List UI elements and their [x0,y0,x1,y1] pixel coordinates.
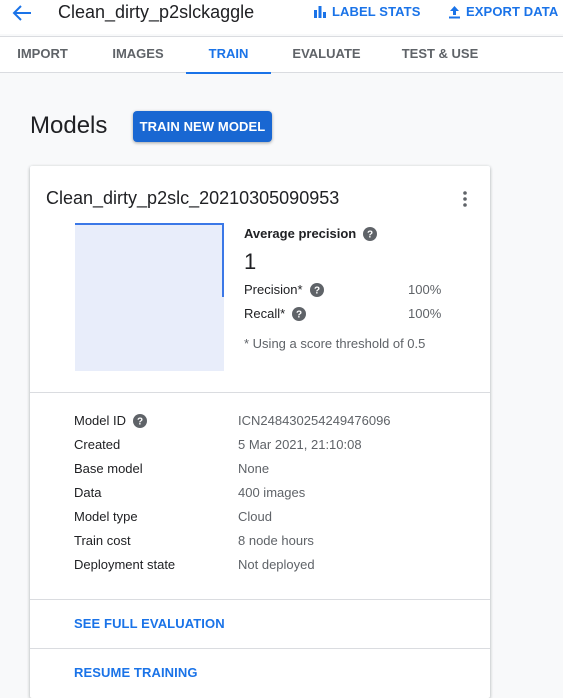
model-name: Clean_dirty_p2slc_20210305090953 [46,188,340,208]
model-card: Clean_dirty_p2slc_20210305090953 Average… [30,166,490,698]
upload-icon [449,5,460,18]
train-new-model-button[interactable]: TRAIN NEW MODEL [133,111,272,142]
average-precision-value: 1 [244,249,257,274]
app-header: Clean_dirty_p2slckaggle LABEL STATS EXPO… [0,0,563,34]
recall-label: Recall* ? [244,306,307,321]
more-vert-icon[interactable] [458,190,472,208]
bar-chart-icon [314,6,326,18]
created-label: Created [74,437,121,452]
tab-bar: IMPORT IMAGES TRAIN EVALUATE TEST & USE [0,36,563,74]
divider [30,599,490,600]
precision-recall-curve [75,223,224,297]
data-value: 400 images [238,485,306,500]
resume-training-link[interactable]: RESUME TRAINING [74,665,198,680]
recall-value: 100% [408,306,442,321]
train-cost-value: 8 node hours [238,533,314,548]
base-model-label: Base model [74,461,143,476]
base-model-value: None [238,461,270,476]
data-label: Data [74,485,102,500]
svg-text:?: ? [313,285,319,296]
help-icon[interactable]: ? [363,226,378,241]
average-precision-label: Average precision ? [244,226,378,241]
export-data-label: EXPORT DATA [466,4,559,19]
divider [30,392,490,393]
created-value: 5 Mar 2021, 21:10:08 [238,437,362,452]
help-icon[interactable]: ? [133,413,148,428]
svg-text:?: ? [367,229,373,240]
deployment-state-label: Deployment state [74,557,176,572]
tab-evaluate[interactable]: EVALUATE [283,37,370,73]
svg-text:?: ? [137,416,143,427]
precision-label: Precision* ? [244,282,324,297]
train-cost-label: Train cost [74,533,131,548]
help-icon[interactable]: ? [309,282,324,297]
model-id-text: Model ID [74,413,127,428]
svg-text:?: ? [296,309,302,320]
back-arrow-icon[interactable] [10,3,34,23]
tab-images[interactable]: IMAGES [95,37,181,73]
model-type-value: Cloud [238,509,272,524]
precision-text: Precision* [244,282,303,297]
page-title: Models [30,112,108,139]
export-data-button[interactable]: EXPORT DATA [448,4,558,19]
dataset-title: Clean_dirty_p2slckaggle [58,2,255,22]
tab-test-and-use[interactable]: TEST & USE [392,37,488,73]
tab-train[interactable]: TRAIN [186,37,271,74]
label-stats-label: LABEL STATS [332,4,421,19]
precision-value: 100% [408,282,442,297]
precision-recall-chart [75,223,224,371]
divider [30,648,490,649]
tab-import[interactable]: IMPORT [0,37,85,73]
model-id-value: ICN248430254249476096 [238,413,391,428]
model-type-label: Model type [74,509,138,524]
recall-text: Recall* [244,306,286,321]
help-icon[interactable]: ? [292,306,307,321]
threshold-note: * Using a score threshold of 0.5 [244,336,426,351]
label-stats-button[interactable]: LABEL STATS [313,4,421,19]
model-id-label: Model ID ? [74,413,148,428]
average-precision-text: Average precision [244,226,357,241]
see-full-evaluation-link[interactable]: SEE FULL EVALUATION [74,616,225,631]
deployment-state-value: Not deployed [238,557,315,572]
